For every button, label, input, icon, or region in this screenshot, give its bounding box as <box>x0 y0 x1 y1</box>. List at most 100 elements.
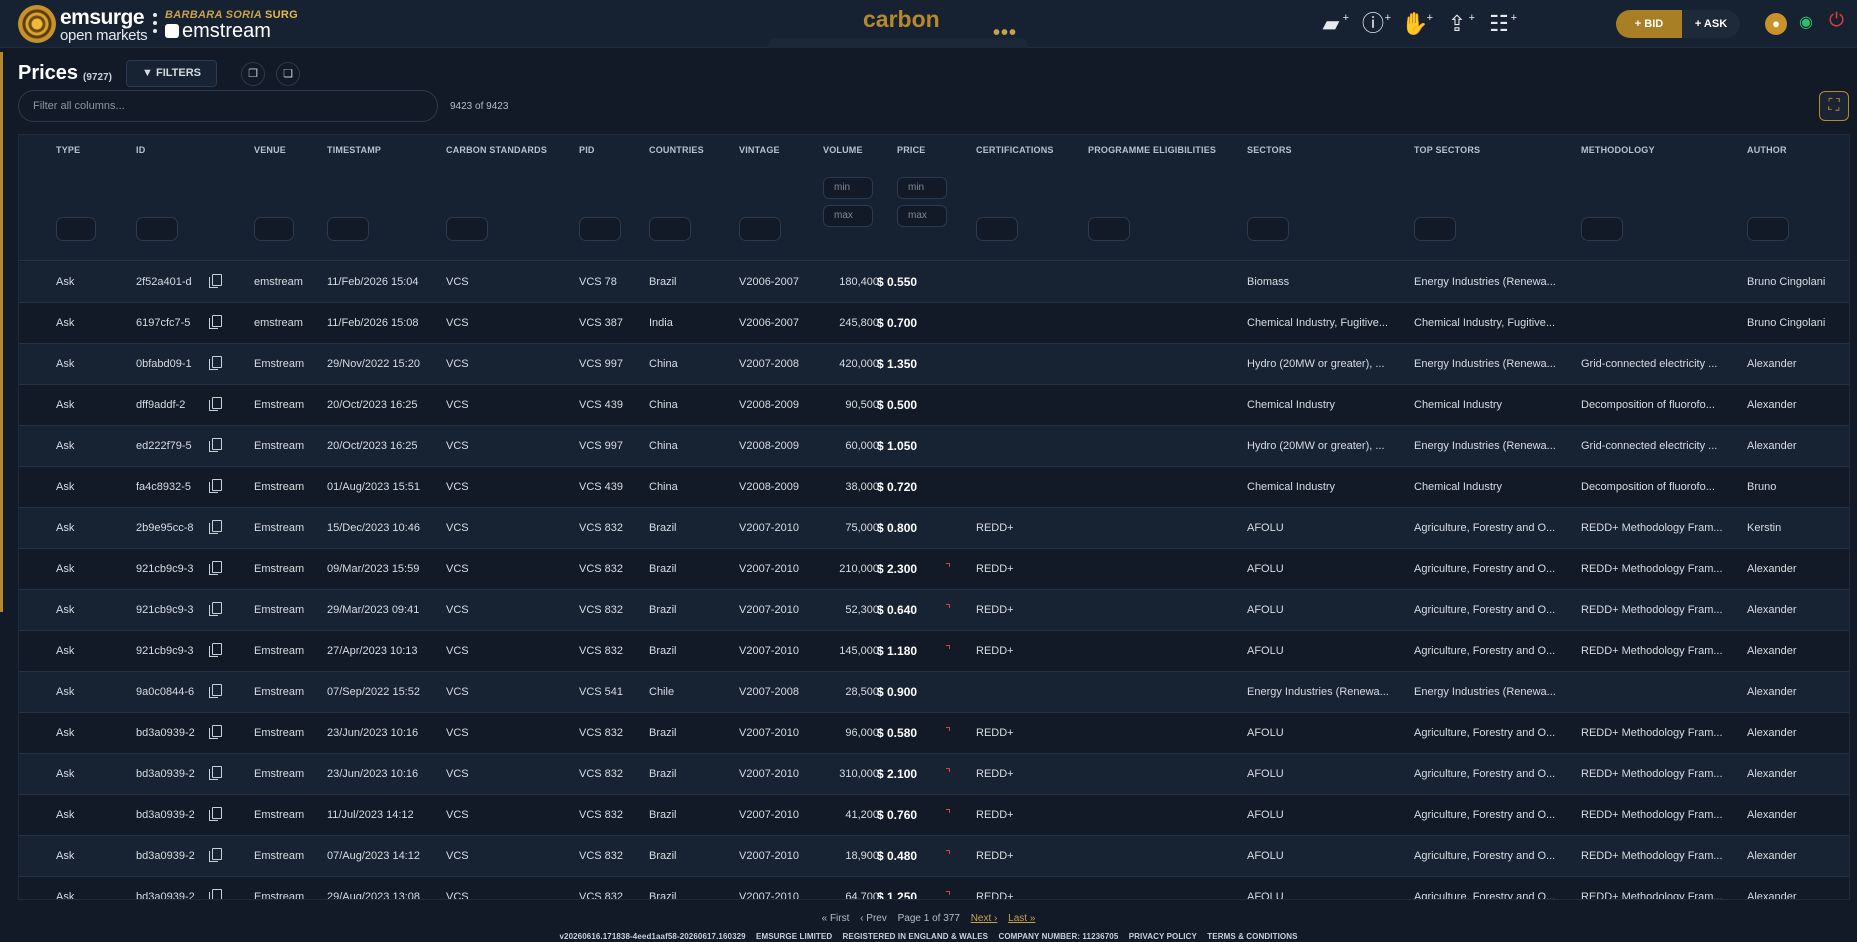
col-id[interactable]: ID <box>136 145 145 155</box>
copy-id-icon[interactable] <box>209 643 222 657</box>
copy-id-icon[interactable] <box>209 725 222 739</box>
filter-methodology-input[interactable] <box>1581 217 1623 241</box>
filter-author-input[interactable] <box>1747 217 1789 241</box>
copy-id-icon[interactable] <box>209 848 222 862</box>
filters-button[interactable]: ▼ FILTERS <box>126 60 217 87</box>
copy-icon[interactable]: ❐ <box>241 62 265 86</box>
copy-id-icon[interactable] <box>209 438 222 452</box>
col-volume[interactable]: VOLUME <box>823 145 863 155</box>
copy-id-icon[interactable] <box>209 766 222 780</box>
table-row[interactable]: Ask bd3a0939-2 Emstream 23/Jun/2023 10:16 VC… <box>19 713 1849 754</box>
bid-button[interactable]: + BID <box>1616 10 1682 38</box>
next-page-link[interactable]: Next › <box>971 913 998 924</box>
col-author[interactable]: AUTHOR <box>1747 145 1787 155</box>
table-row[interactable]: Ask 6197cfc7-5 emstream 11/Feb/2026 15:08 VC… <box>19 303 1849 344</box>
filter-pid-input[interactable] <box>579 217 621 241</box>
power-icon[interactable]: ⏻ <box>1829 10 1844 32</box>
avatar-icon[interactable]: ● <box>1765 13 1787 35</box>
col-venue[interactable]: VENUE <box>254 145 286 155</box>
upload-icon[interactable]: ⇪ + <box>1443 11 1475 37</box>
copy-id-icon[interactable] <box>209 274 222 288</box>
col-sectors[interactable]: SECTORS <box>1247 145 1292 155</box>
table-row[interactable]: Ask 0bfabd09-1 Emstream 29/Nov/2022 15:20 VC… <box>19 344 1849 385</box>
add-folder-icon[interactable]: ▰ + <box>1317 11 1349 37</box>
filter-top-sectors-input[interactable] <box>1414 217 1456 241</box>
table-row[interactable]: Ask bd3a0939-2 Emstream 07/Aug/2023 14:12 VC… <box>19 836 1849 877</box>
filter-vintage-input[interactable] <box>739 217 781 241</box>
table-row[interactable]: Ask 921cb9c9-3 Emstream 09/Mar/2023 15:59 VC… <box>19 549 1849 590</box>
cell-venue: emstream <box>254 276 303 288</box>
emsurge-logo-icon[interactable] <box>18 5 56 43</box>
logo-subtitle: open markets <box>60 27 148 44</box>
table-row[interactable]: Ask 921cb9c9-3 Emstream 29/Mar/2023 09:41 VC… <box>19 590 1849 631</box>
search-input[interactable] <box>18 90 438 122</box>
filter-venue-input[interactable] <box>254 217 294 241</box>
copy-id-icon[interactable] <box>209 684 222 698</box>
ask-button[interactable]: + ASK <box>1682 10 1740 38</box>
col-carbon-standards[interactable]: CARBON STANDARDS <box>446 145 547 155</box>
cell-price: $ 0.760 <box>877 808 918 822</box>
filter-countries-input[interactable] <box>649 217 691 241</box>
cell-price: $ 2.100 <box>877 767 918 781</box>
col-top-sectors[interactable]: TOP SECTORS <box>1414 145 1480 155</box>
brand-carbon[interactable]: carbon <box>863 6 940 33</box>
table-row[interactable]: Ask dff9addf-2 Emstream 20/Oct/2023 16:25 VC… <box>19 385 1849 426</box>
table-row[interactable]: Ask 2f52a401-d emstream 11/Feb/2026 15:04 VC… <box>19 262 1849 303</box>
copy-id-icon[interactable] <box>209 356 222 370</box>
privacy-link[interactable]: PRIVACY POLICY <box>1129 932 1197 941</box>
copy-id-icon[interactable] <box>209 807 222 821</box>
handshake-icon[interactable]: ✋ + <box>1401 11 1433 37</box>
copy-id-icon[interactable] <box>209 315 222 329</box>
filter-timestamp-input[interactable] <box>327 217 369 241</box>
col-timestamp[interactable]: TIMESTAMP <box>327 145 381 155</box>
volume-min-input[interactable]: min <box>823 177 873 199</box>
cell-pid: VCS 832 <box>579 604 624 616</box>
filter-programme-input[interactable] <box>1088 217 1130 241</box>
col-programme-eligibilities[interactable]: PROGRAMME ELIGIBILITIES <box>1088 145 1216 155</box>
copy-id-icon[interactable] <box>209 479 222 493</box>
col-certifications[interactable]: CERTIFICATIONS <box>976 145 1054 155</box>
price-min-input[interactable]: min <box>897 177 947 199</box>
table-row[interactable]: Ask 2b9e95cc-8 Emstream 15/Dec/2023 10:46 VC… <box>19 508 1849 549</box>
col-type[interactable]: TYPE <box>56 145 80 155</box>
col-methodology[interactable]: METHODOLOGY <box>1581 145 1655 155</box>
col-price[interactable]: PRICE <box>897 145 926 155</box>
app-switcher-icon[interactable] <box>152 13 158 37</box>
info-icon[interactable]: ⓘ + <box>1359 11 1391 37</box>
filter-standards-input[interactable] <box>446 217 488 241</box>
copy-id-icon[interactable] <box>209 889 222 899</box>
col-vintage[interactable]: VINTAGE <box>739 145 780 155</box>
copy-id-icon[interactable] <box>209 520 222 534</box>
col-countries[interactable]: COUNTRIES <box>649 145 704 155</box>
first-page-link[interactable]: « First <box>822 913 850 924</box>
emstream-logo[interactable]: emstream <box>165 20 271 43</box>
col-pid[interactable]: PID <box>579 145 595 155</box>
terms-link[interactable]: TERMS & CONDITIONS <box>1207 932 1297 941</box>
filter-type-input[interactable] <box>56 217 96 241</box>
copy-id-icon[interactable] <box>209 397 222 411</box>
filter-sectors-input[interactable] <box>1247 217 1289 241</box>
cell-pid: VCS 541 <box>579 686 624 698</box>
cell-timestamp: 20/Oct/2023 16:25 <box>327 399 418 411</box>
table-row[interactable]: Ask 921cb9c9-3 Emstream 27/Apr/2023 10:13 VC… <box>19 631 1849 672</box>
copy-id-icon[interactable] <box>209 602 222 616</box>
table-row[interactable]: Ask 9a0c0844-6 Emstream 07/Sep/2022 15:52 VC… <box>19 672 1849 713</box>
report-icon[interactable]: ☷ + <box>1485 11 1517 37</box>
filter-certifications-input[interactable] <box>976 217 1018 241</box>
table-row[interactable]: Ask ed222f79-5 Emstream 20/Oct/2023 16:25 VC… <box>19 426 1849 467</box>
table-row[interactable]: Ask fa4c8932-5 Emstream 01/Aug/2023 15:51 VC… <box>19 467 1849 508</box>
copy-id-icon[interactable] <box>209 561 222 575</box>
cell-methodology: REDD+ Methodology Fram... <box>1581 891 1723 900</box>
price-max-input[interactable]: max <box>897 205 947 227</box>
filter-id-input[interactable] <box>136 217 178 241</box>
more-options-icon[interactable]: ••• <box>993 22 1017 45</box>
prev-page-link[interactable]: ‹ Prev <box>860 913 887 924</box>
fullscreen-icon[interactable]: ⛶ <box>1819 91 1849 121</box>
cell-cert: REDD+ <box>976 604 1014 616</box>
volume-max-input[interactable]: max <box>823 205 873 227</box>
last-page-link[interactable]: Last » <box>1008 913 1035 924</box>
table-row[interactable]: Ask bd3a0939-2 Emstream 23/Jun/2023 10:16 VC… <box>19 754 1849 795</box>
table-row[interactable]: Ask bd3a0939-2 Emstream 11/Jul/2023 14:12 VC… <box>19 795 1849 836</box>
paste-icon[interactable]: ❏ <box>276 62 300 86</box>
table-row[interactable]: Ask bd3a0939-2 Emstream 29/Aug/2023 13:08 VC… <box>19 877 1849 900</box>
